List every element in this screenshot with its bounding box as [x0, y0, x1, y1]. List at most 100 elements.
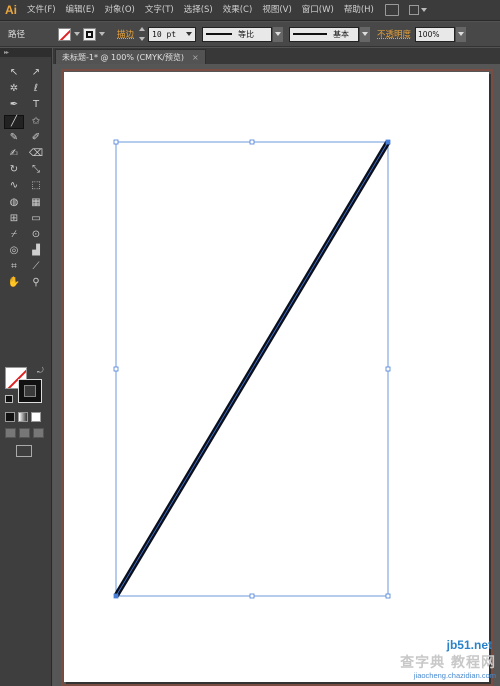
handle-middle-right[interactable]	[385, 366, 391, 372]
lasso-tool-icon[interactable]: ℓ	[26, 82, 46, 96]
watermark-text: 查字典 教程网	[400, 655, 496, 671]
stroke-swatch[interactable]	[18, 379, 42, 403]
star-tool-icon[interactable]: ✩	[26, 115, 46, 129]
line-segment-tool-icon[interactable]: ╱	[4, 114, 24, 129]
handle-top-left[interactable]	[113, 139, 119, 145]
chevron-down-icon	[275, 32, 282, 36]
stroke-dropdown-icon[interactable]	[99, 32, 105, 36]
close-icon[interactable]: ×	[192, 53, 199, 62]
menu-select[interactable]: 选择(S)	[179, 0, 218, 21]
document-tab-bar: 未标题-1* @ 100% (CMYK/预览) ×	[53, 48, 500, 64]
variable-width-profile-select[interactable]: 等比	[202, 26, 273, 42]
color-mode-icon[interactable]	[5, 412, 15, 422]
variable-width-dropdown[interactable]	[273, 26, 284, 42]
path-centerline	[115, 141, 389, 597]
brush-dropdown[interactable]	[360, 26, 371, 42]
column-graph-tool-icon[interactable]: ▟	[26, 244, 46, 258]
arrange-documents-icon	[408, 5, 419, 15]
direct-selection-tool-icon[interactable]: ↗	[26, 66, 46, 80]
draw-inside-icon[interactable]	[33, 428, 44, 438]
chevron-down-icon	[186, 32, 193, 36]
profile-line-icon	[206, 33, 233, 35]
menu-help[interactable]: 帮助(H)	[339, 0, 379, 21]
decrement-icon	[139, 37, 146, 41]
blob-brush-tool-icon[interactable]: ✍	[4, 147, 24, 161]
watermark-subtext: jiaocheng.chazidian.com	[413, 671, 496, 680]
handle-bottom-center[interactable]	[249, 593, 255, 599]
chevron-down-icon	[458, 32, 465, 36]
selection-tool-icon[interactable]: ↖	[4, 66, 24, 80]
gradient-mode-icon[interactable]	[18, 412, 28, 422]
drawing-mode-buttons	[5, 428, 44, 438]
fill-stroke-area: ⤾	[4, 366, 48, 410]
stroke-color-swatch[interactable]	[83, 27, 96, 41]
draw-normal-icon[interactable]	[5, 428, 16, 438]
stroke-weight-stepper[interactable]	[138, 27, 146, 41]
opacity-dropdown[interactable]	[456, 26, 467, 42]
pen-tool-icon[interactable]: ✒	[4, 98, 24, 112]
symbol-sprayer-tool-icon[interactable]: ◎	[4, 244, 24, 258]
menu-effect[interactable]: 效果(C)	[218, 0, 258, 21]
free-transform-tool-icon[interactable]: ⬚	[26, 179, 46, 193]
selection-type-label: 路径	[8, 30, 26, 40]
stroke-square-icon	[86, 30, 93, 38]
menu-window[interactable]: 窗口(W)	[297, 0, 339, 21]
brush-definition-select[interactable]: 基本	[289, 26, 360, 42]
control-bar: 路径 描边 10 pt 等比 基本 不透明度 100%	[0, 22, 500, 47]
eyedropper-tool-icon[interactable]: ⌿	[4, 228, 24, 242]
anchor-point-start[interactable]	[114, 594, 118, 598]
default-colors-icon[interactable]	[5, 395, 13, 403]
paintbrush-tool-icon[interactable]: ✎	[4, 131, 24, 145]
mesh-tool-icon[interactable]: ⊞	[4, 212, 24, 226]
artwork-layer[interactable]	[64, 72, 489, 682]
rotate-tool-icon[interactable]: ↻	[4, 163, 24, 177]
swap-fill-stroke-icon[interactable]: ⤾	[37, 366, 44, 376]
stroke-panel-link[interactable]: 描边	[117, 28, 134, 40]
type-tool-icon[interactable]: T	[26, 98, 46, 112]
menu-type[interactable]: 文字(T)	[140, 0, 179, 21]
handle-middle-left[interactable]	[113, 366, 119, 372]
bridge-icon[interactable]	[384, 4, 399, 16]
shape-builder-tool-icon[interactable]: ◍	[4, 196, 24, 210]
menu-view[interactable]: 视图(V)	[257, 0, 296, 21]
draw-behind-icon[interactable]	[19, 428, 30, 438]
app-logo: Ai	[5, 3, 17, 17]
arrange-documents-dropdown[interactable]	[408, 4, 431, 16]
anchor-point-end[interactable]	[386, 140, 390, 144]
brush-line-icon	[293, 33, 328, 35]
collapse-icon[interactable]: ▸▸	[4, 49, 9, 56]
eraser-tool-icon[interactable]: ⌫	[26, 147, 46, 161]
color-mode-buttons	[5, 412, 41, 422]
none-mode-icon[interactable]	[31, 412, 41, 422]
fill-dropdown-icon[interactable]	[74, 32, 80, 36]
perspective-grid-tool-icon[interactable]: ▦	[26, 196, 46, 210]
hand-tool-icon[interactable]: ✋	[4, 276, 24, 290]
tools-panel: ▸▸ ↖ ↗ ✲ ℓ ✒ T ╱ ✩ ✎ ✐ ✍ ⌫ ↻ ⤡ ∿ ⬚ ◍ ▦ ⊞ ▭ ⌿ ⊙ ◎ ▟ ⌗ ⟋ ✋ ⚲ ⤾	[0, 48, 52, 686]
blend-tool-icon[interactable]: ⊙	[26, 228, 46, 242]
document-tab[interactable]: 未标题-1* @ 100% (CMYK/预览) ×	[55, 49, 206, 64]
canvas-area[interactable]	[53, 64, 500, 686]
stroke-weight-field[interactable]: 10 pt	[148, 26, 197, 42]
watermark-site: jb51.net	[446, 638, 492, 652]
magic-wand-tool-icon[interactable]: ✲	[4, 82, 24, 96]
menu-object[interactable]: 对象(O)	[100, 0, 140, 21]
zoom-tool-icon[interactable]: ⚲	[26, 276, 46, 290]
tools-panel-header[interactable]: ▸▸	[0, 48, 51, 57]
slice-tool-icon[interactable]: ⟋	[26, 260, 46, 274]
opacity-field[interactable]: 100%	[415, 26, 456, 42]
gradient-tool-icon[interactable]: ▭	[26, 212, 46, 226]
artboard[interactable]	[64, 72, 489, 682]
scale-tool-icon[interactable]: ⤡	[26, 163, 46, 177]
artboard-tool-icon[interactable]: ⌗	[4, 260, 24, 274]
menu-edit[interactable]: 编辑(E)	[61, 0, 100, 21]
screen-mode-icon[interactable]	[16, 445, 32, 457]
stroke-weight-value: 10 pt	[152, 29, 177, 39]
menu-file[interactable]: 文件(F)	[22, 0, 61, 21]
fill-color-swatch[interactable]	[58, 27, 71, 41]
pencil-tool-icon[interactable]: ✐	[26, 131, 46, 145]
handle-bottom-right[interactable]	[385, 593, 391, 599]
warp-tool-icon[interactable]: ∿	[4, 179, 24, 193]
chevron-down-icon	[362, 32, 369, 36]
handle-top-center[interactable]	[249, 139, 255, 145]
opacity-panel-link[interactable]: 不透明度	[377, 28, 411, 40]
